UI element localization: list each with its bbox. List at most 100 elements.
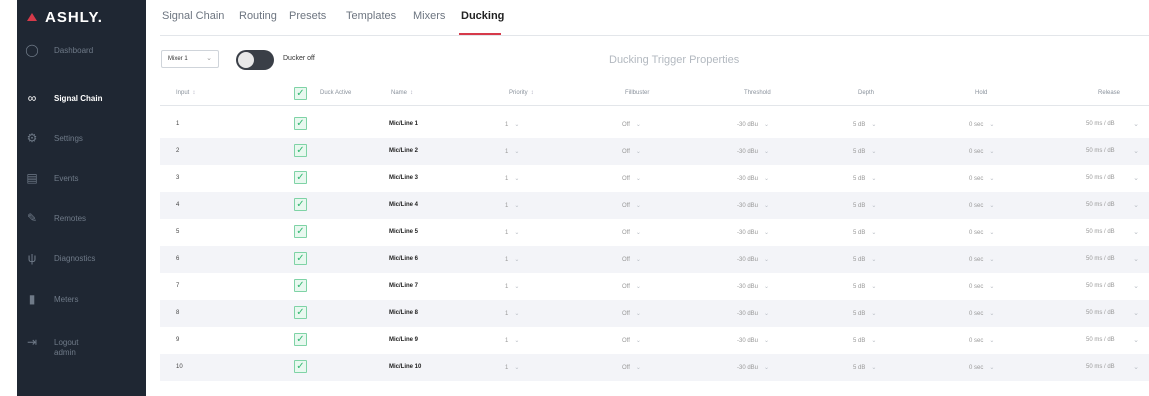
fillbuster-select[interactable]: Off ⌄ [622, 283, 641, 290]
duck-active-checkbox[interactable]: ✓ [294, 252, 307, 265]
input-name[interactable]: Mic/Line 6 [389, 256, 418, 262]
threshold-select[interactable]: -30 dBu ⌄ [737, 202, 769, 209]
input-name[interactable]: Mic/Line 7 [389, 283, 418, 289]
duck-active-checkbox[interactable]: ✓ [294, 306, 307, 319]
fillbuster-select[interactable]: Off ⌄ [622, 202, 641, 209]
release-select[interactable]: 50 ms / dB [1086, 202, 1115, 208]
hold-select[interactable]: 0 sec ⌄ [969, 229, 994, 236]
depth-select[interactable]: 5 dB ⌄ [853, 148, 876, 155]
threshold-select[interactable]: -30 dBu ⌄ [737, 175, 769, 182]
fillbuster-select[interactable]: Off ⌄ [622, 256, 641, 263]
release-select[interactable]: 50 ms / dB [1086, 229, 1115, 235]
depth-select[interactable]: 5 dB ⌄ [853, 175, 876, 182]
mixer-select[interactable]: Mixer 1 ⌄ [161, 50, 219, 68]
fillbuster-select[interactable]: Off ⌄ [622, 310, 641, 317]
hold-select[interactable]: 0 sec ⌄ [969, 202, 994, 209]
sidebar-item-dashboard[interactable]: ◯ Dashboard [17, 35, 146, 65]
fillbuster-select[interactable]: Off ⌄ [622, 148, 641, 155]
release-select[interactable]: 50 ms / dB [1086, 310, 1115, 316]
depth-select[interactable]: 5 dB ⌄ [853, 121, 876, 128]
hold-select[interactable]: 0 sec ⌄ [969, 121, 994, 128]
duck-active-checkbox[interactable]: ✓ [294, 279, 307, 292]
hold-select[interactable]: 0 sec ⌄ [969, 256, 994, 263]
threshold-select[interactable]: -30 dBu ⌄ [737, 148, 769, 155]
duck-active-checkbox[interactable]: ✓ [294, 117, 307, 130]
duck-active-checkbox[interactable]: ✓ [294, 225, 307, 238]
hold-select[interactable]: 0 sec ⌄ [969, 310, 994, 317]
sidebar-item-diagnostics[interactable]: ψ Diagnostics [17, 243, 146, 273]
depth-select[interactable]: 5 dB ⌄ [853, 337, 876, 344]
depth-select[interactable]: 5 dB ⌄ [853, 202, 876, 209]
hold-select[interactable]: 0 sec ⌄ [969, 364, 994, 371]
release-select[interactable]: 50 ms / dB [1086, 175, 1115, 181]
fillbuster-select[interactable]: Off ⌄ [622, 364, 641, 371]
chevron-down-icon[interactable]: ⌄ [1133, 147, 1139, 155]
duck-active-checkbox[interactable]: ✓ [294, 333, 307, 346]
tab-templates[interactable]: Templates [346, 10, 396, 22]
column-header-priority[interactable]: Priority ↕ [509, 90, 534, 96]
release-select[interactable]: 50 ms / dB [1086, 337, 1115, 343]
tab-presets[interactable]: Presets [289, 10, 326, 22]
threshold-select[interactable]: -30 dBu ⌄ [737, 256, 769, 263]
release-select[interactable]: 50 ms / dB [1086, 148, 1115, 154]
input-name[interactable]: Mic/Line 5 [389, 229, 418, 235]
tab-routing[interactable]: Routing [239, 10, 277, 22]
tab-signal-chain[interactable]: Signal Chain [162, 10, 224, 22]
chevron-down-icon[interactable]: ⌄ [1133, 336, 1139, 344]
logo[interactable]: ASHLY. [17, 0, 146, 34]
priority-select[interactable]: 1 ⌄ [505, 256, 519, 263]
chevron-down-icon[interactable]: ⌄ [1133, 120, 1139, 128]
threshold-select[interactable]: -30 dBu ⌄ [737, 229, 769, 236]
release-select[interactable]: 50 ms / dB [1086, 256, 1115, 262]
duck-active-checkbox[interactable]: ✓ [294, 360, 307, 373]
chevron-down-icon[interactable]: ⌄ [1133, 282, 1139, 290]
sidebar-item-settings[interactable]: ⚙ Settings [17, 123, 146, 153]
input-name[interactable]: Mic/Line 10 [389, 364, 421, 370]
hold-select[interactable]: 0 sec ⌄ [969, 148, 994, 155]
chevron-down-icon[interactable]: ⌄ [1133, 228, 1139, 236]
hold-select[interactable]: 0 sec ⌄ [969, 283, 994, 290]
sidebar-item-meters[interactable]: ▮ Meters [17, 284, 146, 314]
depth-select[interactable]: 5 dB ⌄ [853, 364, 876, 371]
hold-select[interactable]: 0 sec ⌄ [969, 337, 994, 344]
priority-select[interactable]: 1 ⌄ [505, 202, 519, 209]
input-name[interactable]: Mic/Line 3 [389, 175, 418, 181]
threshold-select[interactable]: -30 dBu ⌄ [737, 283, 769, 290]
depth-select[interactable]: 5 dB ⌄ [853, 310, 876, 317]
fillbuster-select[interactable]: Off ⌄ [622, 337, 641, 344]
chevron-down-icon[interactable]: ⌄ [1133, 174, 1139, 182]
threshold-select[interactable]: -30 dBu ⌄ [737, 121, 769, 128]
priority-select[interactable]: 1 ⌄ [505, 121, 519, 128]
column-header-name[interactable]: Name ↕ [391, 90, 413, 96]
fillbuster-select[interactable]: Off ⌄ [622, 121, 641, 128]
ducker-toggle[interactable] [236, 50, 274, 70]
sidebar-item-logout[interactable]: ⇥ Logout admin [17, 327, 146, 357]
chevron-down-icon[interactable]: ⌄ [1133, 255, 1139, 263]
priority-select[interactable]: 1 ⌄ [505, 175, 519, 182]
chevron-down-icon[interactable]: ⌄ [1133, 363, 1139, 371]
hold-select[interactable]: 0 sec ⌄ [969, 175, 994, 182]
column-header-input[interactable]: Input ↕ [176, 90, 195, 96]
priority-select[interactable]: 1 ⌄ [505, 229, 519, 236]
duck-active-checkbox[interactable]: ✓ [294, 198, 307, 211]
duck-active-all-checkbox[interactable]: ✓ [294, 87, 307, 100]
priority-select[interactable]: 1 ⌄ [505, 283, 519, 290]
tab-mixers[interactable]: Mixers [413, 10, 445, 22]
duck-active-checkbox[interactable]: ✓ [294, 171, 307, 184]
duck-active-checkbox[interactable]: ✓ [294, 144, 307, 157]
priority-select[interactable]: 1 ⌄ [505, 364, 519, 371]
threshold-select[interactable]: -30 dBu ⌄ [737, 310, 769, 317]
release-select[interactable]: 50 ms / dB [1086, 364, 1115, 370]
fillbuster-select[interactable]: Off ⌄ [622, 175, 641, 182]
input-name[interactable]: Mic/Line 9 [389, 337, 418, 343]
tab-ducking[interactable]: Ducking [461, 10, 504, 22]
depth-select[interactable]: 5 dB ⌄ [853, 256, 876, 263]
threshold-select[interactable]: -30 dBu ⌄ [737, 364, 769, 371]
sidebar-item-signal-chain[interactable]: ∞ Signal Chain [17, 83, 146, 113]
chevron-down-icon[interactable]: ⌄ [1133, 201, 1139, 209]
priority-select[interactable]: 1 ⌄ [505, 148, 519, 155]
input-name[interactable]: Mic/Line 4 [389, 202, 418, 208]
threshold-select[interactable]: -30 dBu ⌄ [737, 337, 769, 344]
sidebar-item-events[interactable]: ▤ Events [17, 163, 146, 193]
input-name[interactable]: Mic/Line 1 [389, 121, 418, 127]
